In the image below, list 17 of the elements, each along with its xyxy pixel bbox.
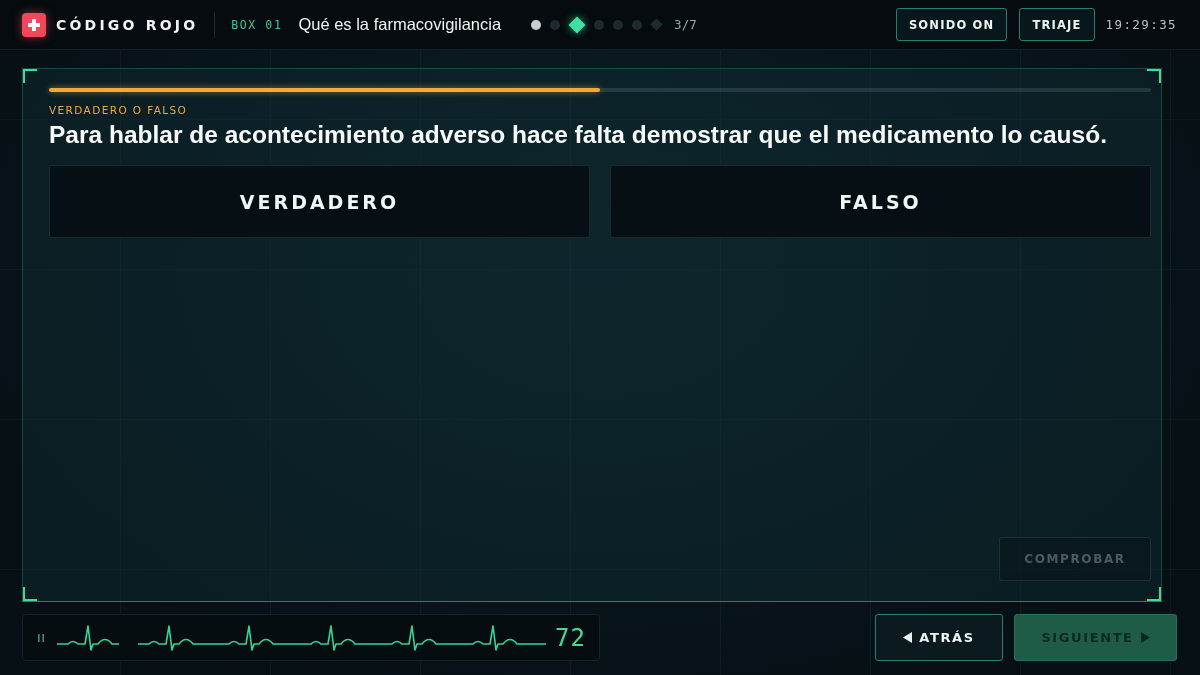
triage-button[interactable]: TRIAJE xyxy=(1019,8,1095,41)
question-type-label: VERDADERO O FALSO xyxy=(49,104,188,116)
clock: 19:29:35 xyxy=(1105,17,1177,32)
heart-rate-value: 72 xyxy=(555,623,586,652)
right-triangle-icon xyxy=(1140,632,1150,643)
back-button[interactable]: ATRÁS xyxy=(875,614,1003,661)
brand-title: CÓDIGO ROJO xyxy=(56,16,199,33)
topic-title: Qué es la farmacovigilancia xyxy=(298,15,502,34)
answer-option[interactable]: VERDADERO xyxy=(49,165,590,238)
sound-button[interactable]: SONIDO ON xyxy=(895,8,1008,41)
answer-option[interactable]: FALSO xyxy=(610,165,1151,238)
left-triangle-icon xyxy=(903,632,913,643)
cross-icon xyxy=(22,12,46,37)
step-counter: 3/7 xyxy=(674,17,697,32)
question-text: Para hablar de acontecimiento adverso hace falta demostrar que el medicamento lo causó. xyxy=(49,120,1107,150)
pause-icon xyxy=(38,633,44,642)
box-label: BOX 01 xyxy=(231,17,283,32)
